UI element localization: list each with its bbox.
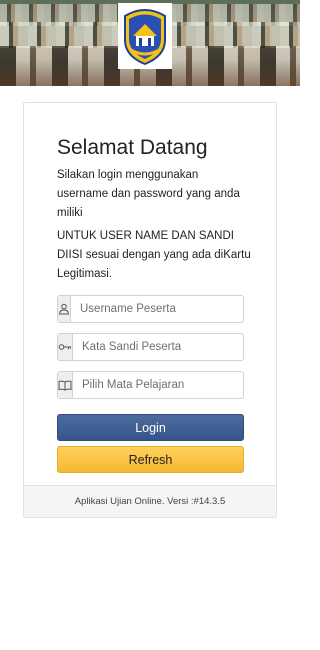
username-field — [57, 295, 244, 323]
key-icon — [58, 334, 73, 360]
subject-field — [57, 371, 245, 399]
subject-input[interactable] — [73, 372, 245, 398]
book-icon — [58, 372, 73, 398]
password-input[interactable] — [73, 334, 245, 360]
login-card: Selamat Datang Silakan login menggunakan… — [23, 102, 277, 518]
user-icon — [58, 296, 71, 322]
card-footer: Aplikasi Ujian Online. Versi :#14.3.5 — [24, 485, 276, 517]
school-logo — [118, 3, 172, 69]
login-button[interactable]: Login — [57, 414, 244, 441]
page-title: Selamat Datang — [57, 136, 208, 159]
school-logo-emblem — [124, 9, 166, 66]
app-version-text: Aplikasi Ujian Online. Versi :#14.3.5 — [74, 496, 226, 507]
refresh-button[interactable]: Refresh — [57, 446, 244, 473]
login-notice: UNTUK USER NAME DAN SANDI DIISI sesuai d… — [57, 230, 251, 280]
login-description: Silakan login menggunakan username dan p… — [57, 169, 240, 219]
username-input[interactable] — [71, 296, 243, 322]
password-field — [57, 333, 245, 361]
